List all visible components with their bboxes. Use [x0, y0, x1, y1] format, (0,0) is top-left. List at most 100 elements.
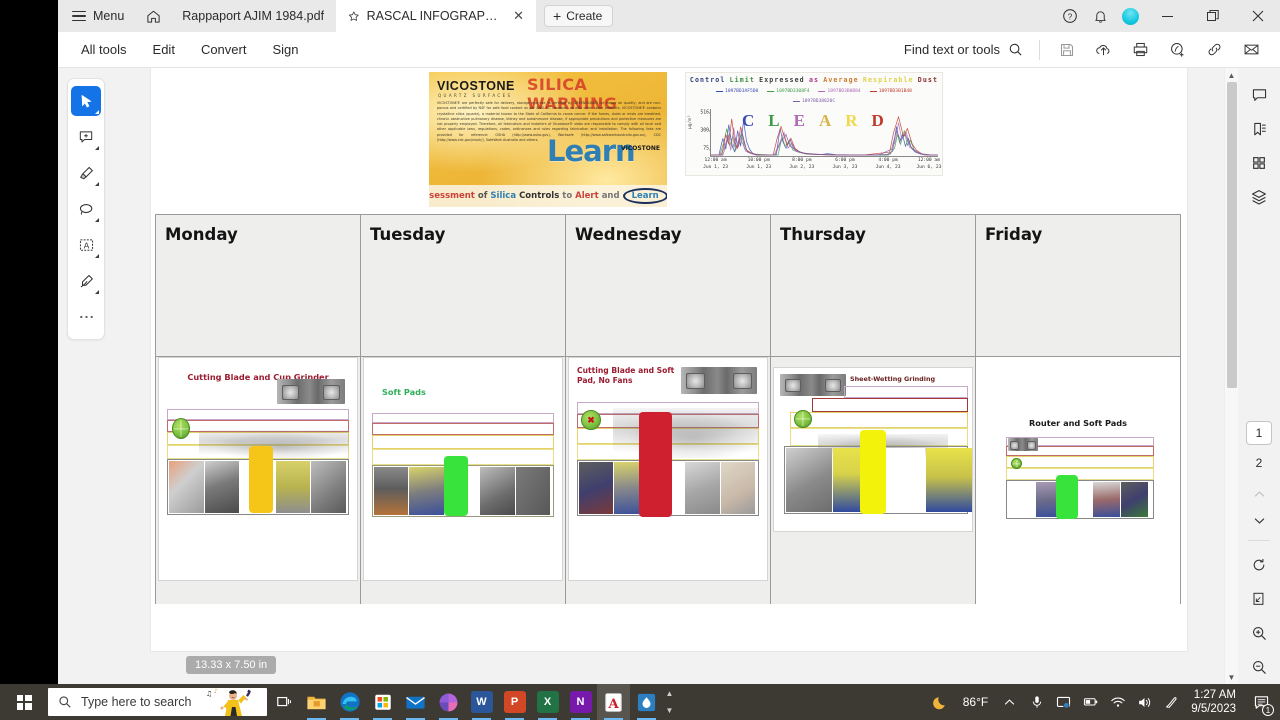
bookmarks-button[interactable]	[1244, 112, 1274, 146]
home-icon	[147, 10, 160, 23]
email-button[interactable]	[1233, 34, 1270, 66]
document-scrollbar[interactable]: ▲ ▼	[1224, 68, 1238, 684]
legend-item-0: 1097BD3AF5D0	[716, 89, 758, 94]
tab-rappaport[interactable]: Rappaport AJIM 1984.pdf	[170, 0, 337, 32]
taskbar-app-mail[interactable]	[399, 684, 432, 720]
volume-icon	[1138, 697, 1150, 707]
start-button[interactable]	[0, 684, 48, 720]
layers-button[interactable]	[1244, 180, 1274, 214]
erase-tool[interactable]	[71, 266, 101, 296]
poster-brand-secondary: VICOSTONE	[620, 145, 660, 152]
slide-cutting-blade-cup-grinder[interactable]: Cutting Blade and Cup Grinder	[158, 357, 358, 581]
add-stamp-button[interactable]	[1159, 34, 1196, 66]
display-settings-button[interactable]	[1050, 684, 1077, 720]
previous-page-button[interactable]	[1246, 481, 1272, 507]
microphone-icon	[1032, 696, 1041, 708]
thumbnails-button[interactable]	[1244, 146, 1274, 180]
slide-cutting-blade-soft-pad-no-fans[interactable]: Cutting Blade and Soft Pad, No Fans ✖	[568, 357, 768, 581]
avatar	[1121, 7, 1139, 25]
print-button[interactable]	[1122, 34, 1159, 66]
page-number-2[interactable]: 2	[1246, 451, 1272, 475]
share-link-button[interactable]	[1196, 34, 1233, 66]
photo-worker-saw	[204, 461, 240, 513]
hamburger-icon	[72, 10, 86, 22]
chart-title-word-1: Limit	[729, 76, 755, 84]
zoom-out-button[interactable]	[1244, 650, 1274, 684]
menu-edit[interactable]: Edit	[140, 42, 188, 57]
chart-title-word-4: Average	[823, 76, 859, 84]
band-red	[372, 423, 554, 435]
menu-convert[interactable]: Convert	[188, 42, 260, 57]
notifications-button[interactable]	[1085, 0, 1115, 32]
minimize-button[interactable]	[1145, 0, 1190, 32]
more-tools-button[interactable]	[71, 302, 101, 332]
document-canvas[interactable]: VICOSTONE QUARTZ SURFACES SILICA WARNING…	[114, 68, 1224, 684]
svg-text:♪: ♪	[214, 688, 218, 695]
weather-temperature: 86°F	[962, 695, 989, 709]
close-window-button[interactable]	[1235, 0, 1280, 32]
highlight-tool[interactable]	[71, 158, 101, 188]
create-button[interactable]: + Create	[544, 5, 614, 27]
slide-soft-pads[interactable]: Soft Pads	[363, 357, 563, 581]
taskbar-app-powerpoint-365[interactable]	[432, 684, 465, 720]
save-button[interactable]	[1048, 34, 1085, 66]
taskbar-app-edge[interactable]	[333, 684, 366, 720]
tab-rascal-infograph[interactable]: RASCAL INFOGRAPH 1.... ✕	[336, 0, 537, 32]
page-number-current[interactable]: 1	[1246, 421, 1272, 445]
zoom-in-button[interactable]	[1244, 616, 1274, 650]
weather-widget[interactable]: 86°F	[925, 684, 996, 720]
close-tab-button[interactable]: ✕	[513, 8, 524, 24]
volume-button[interactable]	[1131, 684, 1158, 720]
text-box-tool[interactable]: A	[71, 230, 101, 260]
microphone-button[interactable]	[1023, 684, 1050, 720]
scrollbar-thumb[interactable]	[1227, 82, 1237, 388]
fit-page-button[interactable]	[1244, 582, 1274, 616]
show-hidden-icons-button[interactable]	[996, 684, 1023, 720]
cursor-icon	[81, 94, 91, 107]
tool-card: A	[67, 78, 105, 340]
email-icon	[1244, 44, 1259, 55]
taskbar-app-powerpoint[interactable]: P	[498, 684, 531, 720]
task-view-button[interactable]	[267, 684, 300, 720]
taskbar-app-bluebeam[interactable]	[630, 684, 663, 720]
clock[interactable]: 1:27 AM 9/5/2023	[1185, 688, 1246, 717]
help-button[interactable]: ?	[1055, 0, 1085, 32]
home-button[interactable]	[136, 0, 170, 32]
find-text-or-tools[interactable]: Find text or tools	[904, 42, 1023, 57]
scroll-up-arrow[interactable]: ▲	[1225, 68, 1238, 82]
restore-button[interactable]	[1190, 0, 1235, 32]
photo-slab	[720, 462, 756, 514]
restore-icon	[1206, 10, 1219, 21]
upload-button[interactable]	[1085, 34, 1122, 66]
thumbnails-icon	[1253, 157, 1265, 169]
onedrive-pen-button[interactable]	[1158, 684, 1185, 720]
chevron-down-icon	[95, 182, 99, 186]
rotate-button[interactable]	[1244, 548, 1274, 582]
column-header-thursday: Thursday	[771, 215, 975, 357]
menu-sign[interactable]: Sign	[259, 42, 311, 57]
next-page-button[interactable]	[1246, 507, 1272, 533]
taskbar-overflow-scroll[interactable]: ▲ ▼	[663, 684, 676, 720]
select-tool[interactable]	[71, 86, 101, 116]
battery-button[interactable]	[1077, 684, 1104, 720]
taskbar-app-word[interactable]: W	[465, 684, 498, 720]
slide-router-and-soft-pads[interactable]: Router and Soft Pads	[978, 357, 1178, 604]
slide-sheet-wetting-grinding[interactable]: Sheet-Wetting Grinding	[773, 367, 973, 532]
notifications-button[interactable]: 1	[1246, 684, 1276, 720]
taskbar-app-excel[interactable]: X	[531, 684, 564, 720]
taskbar-app-store[interactable]	[366, 684, 399, 720]
comment-panel-button[interactable]	[1244, 78, 1274, 112]
account-avatar[interactable]	[1115, 0, 1145, 32]
add-comment-tool[interactable]	[71, 122, 101, 152]
search-box[interactable]: Type here to search ♫ ♪	[48, 688, 267, 716]
scroll-down-arrow[interactable]: ▼	[1225, 670, 1238, 684]
chart-legend-row-1: 1097BD3AF5D0 1097BD3308F4 1097BD3B0B84 1…	[716, 89, 912, 94]
taskbar-app-acrobat[interactable]: A	[597, 684, 630, 720]
draw-tool[interactable]	[71, 194, 101, 224]
right-tool-rail: 1 2	[1238, 68, 1280, 684]
menu-button[interactable]: Menu	[58, 0, 136, 32]
taskbar-app-onenote[interactable]: N	[564, 684, 597, 720]
taskbar-app-file-explorer[interactable]	[300, 684, 333, 720]
menu-all-tools[interactable]: All tools	[68, 42, 140, 57]
wifi-button[interactable]	[1104, 684, 1131, 720]
